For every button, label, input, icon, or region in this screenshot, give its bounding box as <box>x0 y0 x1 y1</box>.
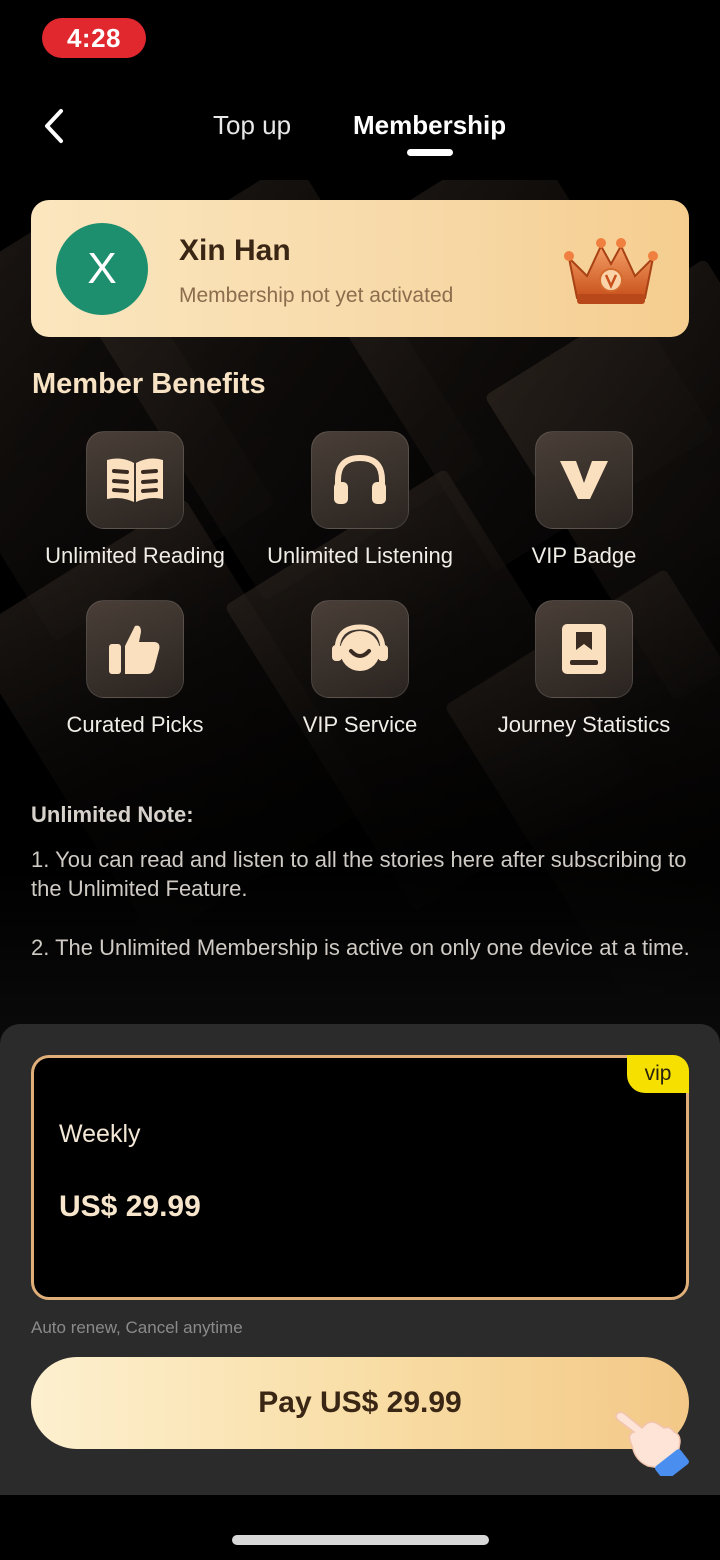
active-tab-indicator <box>407 149 453 156</box>
pay-button[interactable]: Pay US$ 29.99 <box>31 1357 689 1449</box>
benefit-label: Curated Picks <box>66 712 204 737</box>
benefit-vip-badge[interactable]: VIP Badge <box>469 431 699 569</box>
benefit-label: VIP Service <box>302 712 418 737</box>
benefit-label: Journey Statistics <box>497 712 671 737</box>
benefit-unlimited-listening[interactable]: Unlimited Listening <box>245 431 475 569</box>
benefit-label: VIP Badge <box>531 543 637 568</box>
plan-price: US$ 29.99 <box>59 1190 201 1223</box>
open-book-icon <box>107 458 163 502</box>
auto-renew-note: Auto renew, Cancel anytime <box>31 1318 243 1337</box>
tab-top-up[interactable]: Top up <box>213 110 291 141</box>
plan-name: Weekly <box>59 1120 141 1148</box>
avatar: X <box>56 223 148 315</box>
statistics-book-icon <box>562 624 606 674</box>
user-name: Xin Han <box>179 234 291 267</box>
chevron-left-icon <box>45 109 63 143</box>
tab-membership[interactable]: Membership <box>353 110 506 141</box>
benefit-vip-service[interactable]: VIP Service <box>245 600 475 738</box>
customer-service-icon <box>332 624 388 671</box>
crown-icon <box>564 238 658 304</box>
unlimited-note-title: Unlimited Note: <box>31 802 194 827</box>
benefit-unlimited-reading[interactable]: Unlimited Reading <box>20 431 250 569</box>
note-line-2: 2. The Unlimited Membership is active on… <box>31 935 690 960</box>
benefit-label: Unlimited Reading <box>45 543 225 568</box>
member-benefits-title: Member Benefits <box>32 368 266 400</box>
home-bar-area <box>0 1495 720 1560</box>
home-indicator[interactable] <box>232 1535 489 1545</box>
thumbs-up-icon <box>109 625 160 674</box>
headphones-icon <box>334 454 386 504</box>
user-membership-card: X Xin Han Membership not yet activated <box>31 200 689 337</box>
note-line-1: 1. You can read and listen to all the st… <box>31 847 687 901</box>
vip-v-icon <box>560 461 608 499</box>
pointing-hand-icon <box>615 1411 689 1476</box>
back-button[interactable] <box>34 102 74 150</box>
membership-status: Membership not yet activated <box>179 284 454 307</box>
benefit-label: Unlimited Listening <box>267 543 453 568</box>
status-time: 4:28 <box>42 18 146 58</box>
benefit-journey-statistics[interactable]: Journey Statistics <box>469 600 699 738</box>
vip-badge: vip <box>627 1055 689 1093</box>
top-nav: Top up Membership <box>0 96 720 166</box>
benefit-curated-picks[interactable]: Curated Picks <box>20 600 250 738</box>
plan-card-weekly[interactable]: vip Weekly US$ 29.99 <box>31 1055 689 1300</box>
